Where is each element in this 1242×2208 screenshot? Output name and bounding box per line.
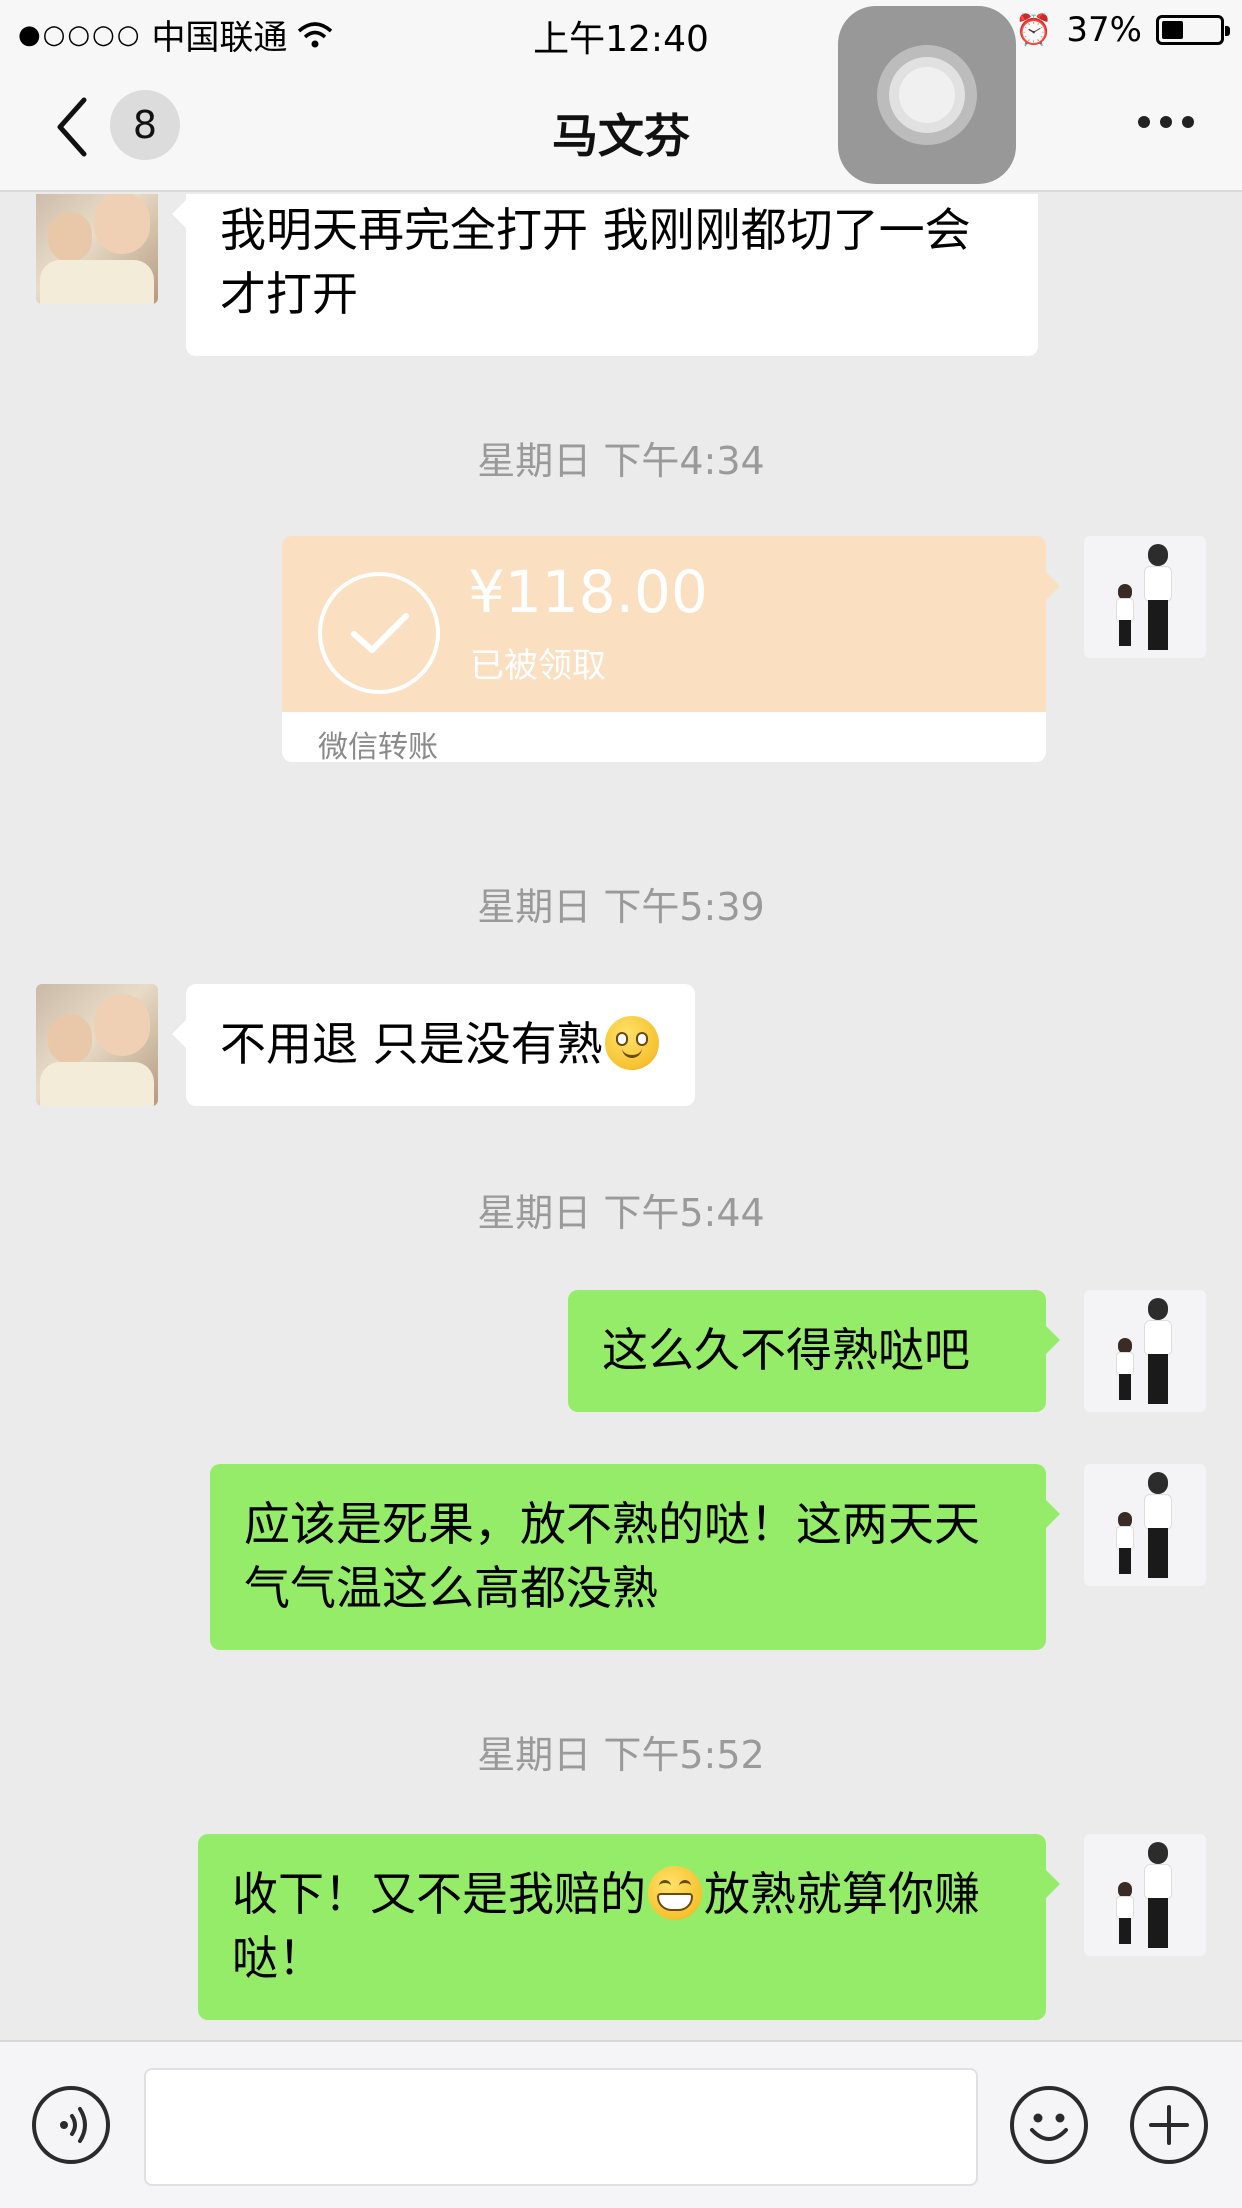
grin-emoji-icon (648, 1866, 702, 1920)
status-right: ⏰ 37% (1015, 10, 1230, 50)
emoji-icon (1030, 2113, 1068, 2141)
emoji-button[interactable] (1010, 2086, 1088, 2164)
more-dots-icon (1138, 116, 1150, 128)
timestamp: 星期日 下午4:34 (477, 439, 765, 483)
message-text: 不用退 只是没有熟 (220, 1017, 603, 1071)
more-button[interactable] (1138, 116, 1194, 128)
battery-percent: 37% (1066, 10, 1142, 50)
message-bubble-peer[interactable]: 不用退 只是没有熟 (172, 984, 695, 1106)
voice-icon (60, 2107, 87, 2143)
transfer-card[interactable]: ¥118.00 已被领取 微信转账 (282, 536, 1060, 765)
message-text: 这么久不得熟哒吧 (602, 1323, 970, 1377)
message-bubble-self[interactable]: 这么久不得熟哒吧 (568, 1290, 1060, 1412)
chat-title: 马文芬 (552, 109, 690, 163)
smile-emoji-icon (604, 1016, 659, 1070)
message-bubble-peer[interactable]: 我明天再完全打开 我刚刚都切了一会 才打开 (172, 194, 1038, 356)
message-bubble-self[interactable]: 应该是死果，放不熟的哒！这两天天气气温这么高都没熟 (210, 1464, 1060, 1650)
timestamp: 星期日 下午5:44 (477, 1191, 765, 1235)
alarm-icon: ⏰ (1015, 12, 1053, 48)
nav-bar: 8 马文芬 (0, 64, 1242, 192)
self-avatar[interactable] (1084, 536, 1206, 658)
peer-avatar[interactable] (36, 194, 158, 304)
battery-fill (1162, 21, 1183, 39)
message-bubble-self[interactable]: 收下！又不是我赔的 放熟就算你赚哒！ (198, 1834, 1060, 2020)
transfer-label: 微信转账 (318, 730, 438, 765)
chat-messages[interactable]: 我明天再完全打开 我刚刚都切了一会 才打开 星期日 下午4:34 ¥118.00… (0, 194, 1242, 2038)
status-bar: ●○○○○ 中国联通 上午12:40 ⏰ 37% (0, 0, 1242, 64)
voice-button[interactable] (32, 2086, 110, 2164)
timestamp: 星期日 下午5:52 (477, 1733, 765, 1777)
timestamp: 星期日 下午5:39 (477, 885, 765, 929)
input-bar (0, 2040, 1242, 2208)
check-circle-icon (318, 572, 440, 694)
transfer-status: 已被领取 (470, 646, 606, 686)
self-avatar[interactable] (1084, 1464, 1206, 1586)
plus-button[interactable] (1130, 2086, 1208, 2164)
assistive-touch-button[interactable] (838, 6, 1016, 184)
peer-avatar[interactable] (36, 984, 158, 1106)
battery-icon (1156, 15, 1230, 45)
self-avatar[interactable] (1084, 1290, 1206, 1412)
transfer-amount: ¥118.00 (468, 558, 708, 626)
message-input[interactable] (144, 2068, 978, 2186)
plus-icon (1149, 2105, 1189, 2145)
message-text: 收下！又不是我赔的 (232, 1867, 646, 1921)
message-text: 我明天再完全打开 我刚刚都切了一会 才打开 (220, 203, 971, 321)
self-avatar[interactable] (1084, 1834, 1206, 1956)
message-text: 应该是死果，放不熟的哒！这两天天气气温这么高都没熟 (244, 1497, 980, 1615)
